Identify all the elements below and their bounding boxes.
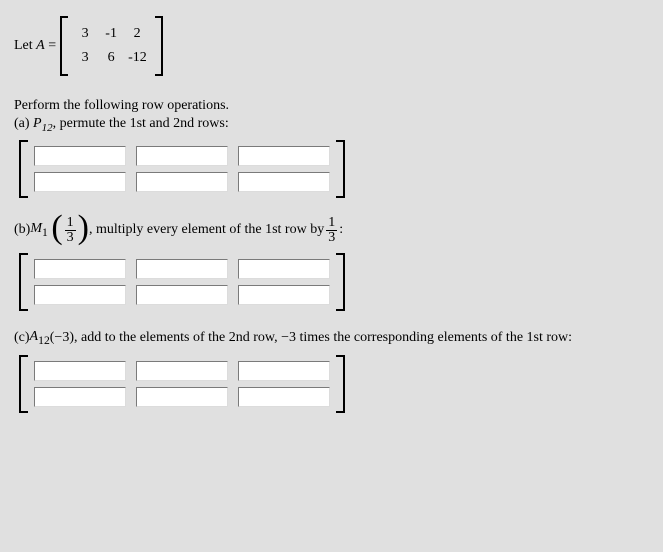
part-c-rest: , add to the elements of the 2nd row, −3… bbox=[74, 330, 572, 346]
frac-den: 3 bbox=[65, 231, 76, 245]
part-c-cell-2-2[interactable] bbox=[136, 387, 228, 407]
matrix-A-cell: 3 bbox=[76, 26, 94, 42]
part-b-cell-2-1[interactable] bbox=[34, 285, 126, 305]
part-a-cell-2-3[interactable] bbox=[238, 172, 330, 192]
part-c-cell-1-1[interactable] bbox=[34, 361, 126, 381]
part-a-cell-1-2[interactable] bbox=[136, 146, 228, 166]
part-c-cell-2-1[interactable] bbox=[34, 387, 126, 407]
part-b-op-sub: 1 bbox=[42, 226, 48, 239]
part-b-cell-1-3[interactable] bbox=[238, 259, 330, 279]
matrix-A-row-2: 3 6 -12 bbox=[72, 46, 151, 70]
part-c-op-sub: 12 bbox=[38, 334, 50, 347]
matrix-A-cell: 6 bbox=[102, 50, 120, 66]
part-c-row-1 bbox=[34, 361, 330, 381]
part-b-row-1 bbox=[34, 259, 330, 279]
bracket-right-icon bbox=[334, 253, 350, 311]
part-b-frac-value: 1 3 bbox=[326, 216, 337, 245]
part-a-row-2 bbox=[34, 172, 330, 192]
part-b-matrix bbox=[14, 253, 649, 311]
part-a-label: (a) bbox=[14, 116, 33, 131]
matrix-definition: Let A = 3 -1 2 3 6 -12 bbox=[14, 16, 649, 76]
part-b-cell-1-1[interactable] bbox=[34, 259, 126, 279]
frac-num: 1 bbox=[326, 216, 337, 231]
part-c-label: (c) bbox=[14, 330, 30, 346]
matrix-A-cell: 2 bbox=[128, 26, 146, 42]
part-a-cell-1-3[interactable] bbox=[238, 146, 330, 166]
part-b-row-2 bbox=[34, 285, 330, 305]
bracket-left-icon bbox=[14, 355, 30, 413]
frac-num: 1 bbox=[65, 216, 76, 231]
matrix-A-row-1: 3 -1 2 bbox=[72, 22, 151, 46]
matrix-A: 3 -1 2 3 6 -12 bbox=[56, 16, 167, 76]
part-a-rest: , permute the 1st and 2nd rows: bbox=[53, 116, 229, 131]
part-b-matrix-body bbox=[30, 253, 334, 311]
matrix-A-body: 3 -1 2 3 6 -12 bbox=[70, 16, 153, 76]
part-a-row-1 bbox=[34, 146, 330, 166]
part-b-label: (b) bbox=[14, 222, 30, 238]
part-c-prompt: (c) A12(−3), add to the elements of the … bbox=[14, 329, 649, 347]
part-c-matrix bbox=[14, 355, 649, 413]
part-a-cell-2-2[interactable] bbox=[136, 172, 228, 192]
part-c-arg: (−3) bbox=[50, 330, 74, 346]
part-b-mid: , multiply every element of the 1st row … bbox=[89, 222, 324, 238]
bracket-left-icon bbox=[56, 16, 70, 76]
part-a-matrix bbox=[14, 140, 649, 198]
frac-den: 3 bbox=[326, 231, 337, 245]
bracket-left-icon bbox=[14, 140, 30, 198]
part-a-op-sub: 12 bbox=[42, 122, 53, 134]
matrix-A-cell: -12 bbox=[128, 50, 147, 66]
part-b-prompt: (b) M1 ( 1 3 ) , multiply every element … bbox=[14, 216, 649, 245]
bracket-right-icon bbox=[334, 140, 350, 198]
part-a-cell-1-1[interactable] bbox=[34, 146, 126, 166]
part-c-row-2 bbox=[34, 387, 330, 407]
matrix-A-cell: 3 bbox=[76, 50, 94, 66]
matrix-A-cell: -1 bbox=[102, 26, 120, 42]
page-container: Let A = 3 -1 2 3 6 -12 Perform the follo… bbox=[0, 0, 663, 441]
part-b-op: M bbox=[30, 221, 42, 236]
part-c-cell-2-3[interactable] bbox=[238, 387, 330, 407]
directions-text: Perform the following row operations. bbox=[14, 98, 649, 114]
part-c-matrix-body bbox=[30, 355, 334, 413]
part-a-cell-2-1[interactable] bbox=[34, 172, 126, 192]
part-b-cell-2-3[interactable] bbox=[238, 285, 330, 305]
part-a-matrix-body bbox=[30, 140, 334, 198]
part-b-cell-1-2[interactable] bbox=[136, 259, 228, 279]
part-c-op: A bbox=[30, 329, 39, 344]
bracket-right-icon bbox=[334, 355, 350, 413]
part-c-cell-1-3[interactable] bbox=[238, 361, 330, 381]
part-c-cell-1-2[interactable] bbox=[136, 361, 228, 381]
bracket-left-icon bbox=[14, 253, 30, 311]
let-text: Let A = bbox=[14, 38, 56, 54]
part-a-op: P bbox=[33, 116, 42, 131]
part-b-frac-arg: 1 3 bbox=[65, 216, 76, 245]
part-a-prompt: (a) P12, permute the 1st and 2nd rows: bbox=[14, 116, 649, 134]
part-b-cell-2-2[interactable] bbox=[136, 285, 228, 305]
part-b-tail: : bbox=[339, 222, 343, 238]
bracket-right-icon bbox=[153, 16, 167, 76]
